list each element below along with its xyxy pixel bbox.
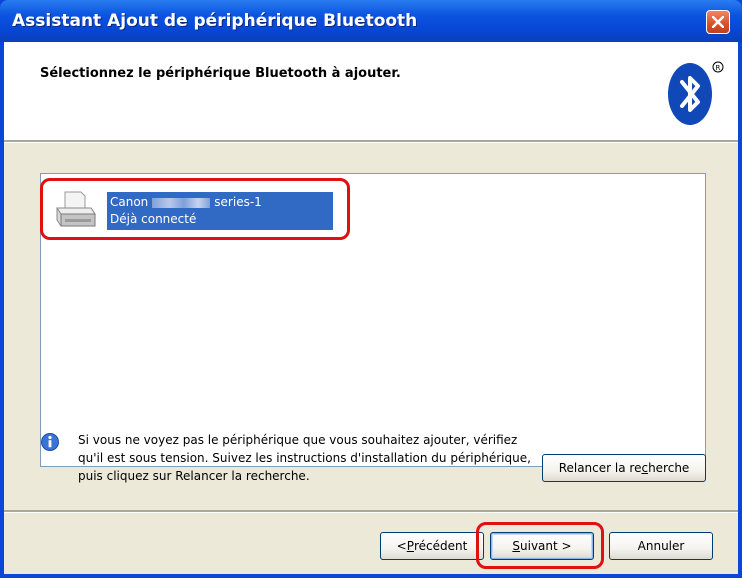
footer-divider: [4, 510, 738, 513]
highlight-device-circle: [40, 178, 350, 240]
cancel-button[interactable]: Annuler: [609, 532, 713, 560]
window-title: Assistant Ajout de périphérique Bluetoot…: [12, 11, 418, 31]
wizard-window: Assistant Ajout de périphérique Bluetoot…: [0, 0, 742, 578]
page-title: Sélectionnez le périphérique Bluetooth à…: [40, 66, 401, 81]
wizard-header: Sélectionnez le périphérique Bluetooth à…: [4, 42, 738, 140]
bluetooth-logo-icon: R: [668, 61, 724, 125]
wizard-body: Sélectionnez le périphérique Bluetooth à…: [4, 42, 738, 574]
info-message: Si vous ne voyez pas le périphérique que…: [78, 433, 531, 483]
close-button[interactable]: [706, 10, 730, 34]
title-bar[interactable]: Assistant Ajout de périphérique Bluetoot…: [0, 0, 742, 42]
rescan-button[interactable]: Relancer la re c herche: [542, 454, 706, 482]
highlight-next-circle: [476, 522, 604, 569]
header-divider: [4, 140, 738, 143]
info-icon: [41, 433, 59, 451]
close-icon: [712, 16, 724, 28]
back-button[interactable]: < Précédent: [380, 532, 484, 560]
svg-text:R: R: [716, 64, 721, 72]
